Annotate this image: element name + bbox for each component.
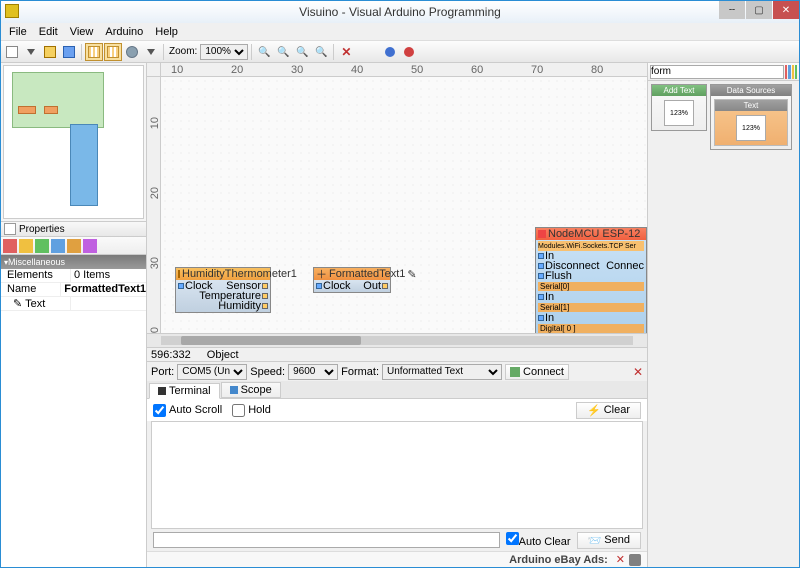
prop-tool-3[interactable] xyxy=(35,239,49,253)
menu-help[interactable]: Help xyxy=(149,25,184,39)
close-serial-button[interactable]: ✕ xyxy=(633,365,643,379)
menu-edit[interactable]: Edit xyxy=(33,25,64,39)
menu-bar: File Edit View Arduino Help xyxy=(1,23,799,41)
canvas-hscroll[interactable] xyxy=(147,333,647,347)
terminal-output[interactable] xyxy=(151,421,643,529)
send-input[interactable] xyxy=(153,532,500,548)
app-icon xyxy=(5,4,19,18)
port-select[interactable]: COM5 (Unava xyxy=(177,364,247,380)
terminal-icon xyxy=(158,387,166,395)
prop-row[interactable]: ✎ Text xyxy=(1,297,146,311)
zoom-fit-button[interactable] xyxy=(293,43,311,61)
speed-label: Speed: xyxy=(250,366,285,378)
palette-chip[interactable]: 123% xyxy=(736,115,766,141)
speed-select[interactable]: 9600 xyxy=(288,364,338,380)
minimize-button[interactable]: ╌ xyxy=(719,1,745,19)
prop-tool-4[interactable] xyxy=(51,239,65,253)
palette-chip[interactable]: 123% xyxy=(664,100,694,126)
prop-row[interactable]: NameFormattedText1 xyxy=(1,283,146,297)
node-humidity[interactable]: HumidityThermometer1 ClockSensor Tempera… xyxy=(175,267,271,313)
send-icon: 📨 xyxy=(588,534,602,547)
zoom-in-icon xyxy=(258,46,270,58)
palette-tool-1[interactable] xyxy=(785,65,787,79)
menu-file[interactable]: File xyxy=(3,25,33,39)
properties-tab[interactable]: Properties xyxy=(1,221,146,237)
zoom-label: Zoom: xyxy=(169,46,197,57)
upload-icon xyxy=(404,47,414,57)
zoom-sel-button[interactable] xyxy=(312,43,330,61)
minimap[interactable] xyxy=(3,65,144,219)
prop-tool-6[interactable] xyxy=(83,239,97,253)
settings-dropdown[interactable] xyxy=(142,43,160,61)
send-button[interactable]: 📨Send xyxy=(577,532,641,549)
main-toolbar: Zoom: 100% ✕ xyxy=(1,41,799,63)
grid-button[interactable] xyxy=(85,43,103,61)
node-nodemcu[interactable]: NodeMCU ESP-12 Modules.WiFi.Sockets.TCP … xyxy=(535,227,647,333)
ads-close-button[interactable]: ✕ xyxy=(616,553,625,566)
ruler-vertical: 1020 3040 xyxy=(147,77,161,333)
right-panel: Add Text 123% Data Sources Text 123% xyxy=(647,63,799,567)
zoom-fit-icon xyxy=(296,46,308,58)
settings-button[interactable] xyxy=(123,43,141,61)
ruler-horizontal: 1020 3040 5060 7080 xyxy=(161,63,647,76)
globe-icon xyxy=(385,47,395,57)
node-formattedtext[interactable]: ＋FormattedText1✎ ClockOut xyxy=(313,267,391,293)
tab-scope[interactable]: Scope xyxy=(221,382,281,398)
zoom-in-button[interactable] xyxy=(255,43,273,61)
delete-button[interactable]: ✕ xyxy=(337,43,355,61)
canvas[interactable]: HumidityThermometer1 ClockSensor Tempera… xyxy=(161,77,647,333)
hold-checkbox[interactable]: Hold xyxy=(232,404,271,417)
zoom-out-button[interactable] xyxy=(274,43,292,61)
status-coords: 596:332 xyxy=(151,349,191,361)
new-dropdown[interactable] xyxy=(22,43,40,61)
titlebar: Visuino - Visual Arduino Programming ╌ ▢… xyxy=(1,1,799,23)
menu-arduino[interactable]: Arduino xyxy=(99,25,149,39)
globe-button[interactable] xyxy=(381,43,399,61)
upload-button[interactable] xyxy=(400,43,418,61)
left-panel: Properties Miscellaneous Elements0 Items… xyxy=(1,63,147,567)
zoom-select[interactable]: 100% xyxy=(200,44,248,60)
clear-button[interactable]: ⚡Clear xyxy=(576,402,641,419)
tab-terminal[interactable]: Terminal xyxy=(149,383,220,399)
prop-tool-5[interactable] xyxy=(67,239,81,253)
palette-datasources[interactable]: Data Sources Text 123% xyxy=(710,84,792,150)
menu-view[interactable]: View xyxy=(64,25,100,39)
zoom-out-icon xyxy=(277,46,289,58)
palette-tool-4[interactable] xyxy=(795,65,797,79)
clear-icon: ⚡ xyxy=(587,404,601,417)
palette-filter[interactable] xyxy=(650,65,784,79)
prop-tool-1[interactable] xyxy=(3,239,17,253)
center-panel: 1020 3040 5060 7080 1020 3040 HumidityTh… xyxy=(147,63,647,567)
status-mode: Object xyxy=(207,349,239,361)
window-title: Visuino - Visual Arduino Programming xyxy=(299,5,501,19)
delete-icon: ✕ xyxy=(341,45,351,59)
autoscroll-checkbox[interactable]: Auto Scroll xyxy=(153,404,222,417)
snap-button[interactable] xyxy=(104,43,122,61)
serial-panel: Port: COM5 (Unava Speed: 9600 Format: Un… xyxy=(147,361,647,567)
port-label: Port: xyxy=(151,366,174,378)
autoclear-checkbox[interactable]: Auto Clear xyxy=(506,532,571,548)
connect-icon xyxy=(510,367,520,377)
maximize-button[interactable]: ▢ xyxy=(746,1,772,19)
ads-label: Arduino eBay Ads: xyxy=(509,554,608,566)
new-button[interactable] xyxy=(3,43,21,61)
property-grid: Elements0 Items NameFormattedText1 ✎ Tex… xyxy=(1,269,146,567)
connect-button[interactable]: Connect xyxy=(505,364,569,380)
save-button[interactable] xyxy=(60,43,78,61)
palette-tool-3[interactable] xyxy=(792,65,794,79)
open-button[interactable] xyxy=(41,43,59,61)
scope-icon xyxy=(230,386,238,394)
properties-toolbar xyxy=(1,237,146,255)
ads-settings-button[interactable] xyxy=(629,554,641,566)
palette-tool-2[interactable] xyxy=(788,65,790,79)
format-select[interactable]: Unformatted Text xyxy=(382,364,502,380)
format-label: Format: xyxy=(341,366,379,378)
palette-addtext[interactable]: Add Text 123% xyxy=(651,84,707,131)
close-button[interactable]: ✕ xyxy=(773,1,799,19)
zoom-sel-icon xyxy=(315,46,327,58)
prop-tool-2[interactable] xyxy=(19,239,33,253)
prop-category[interactable]: Miscellaneous xyxy=(1,255,146,269)
status-bar: 596:332 Object xyxy=(147,347,647,361)
prop-row[interactable]: Elements0 Items xyxy=(1,269,146,283)
